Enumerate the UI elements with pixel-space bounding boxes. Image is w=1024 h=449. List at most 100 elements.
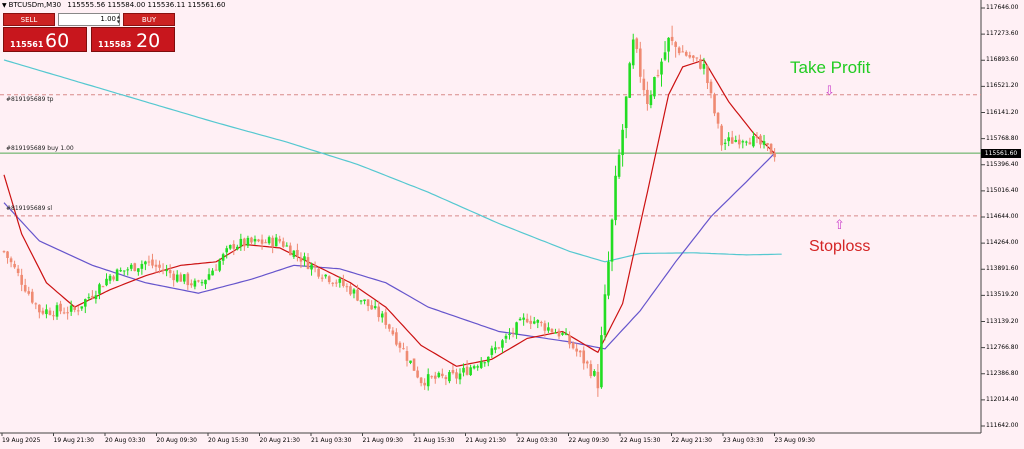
candle-body [752, 136, 755, 147]
candle-body [253, 238, 257, 242]
candle-body [692, 55, 695, 58]
candle-body [324, 274, 327, 277]
candle-body [578, 350, 582, 353]
price-axis-label: 113891.60 [986, 265, 1019, 273]
candle-body [13, 263, 16, 268]
lot-stepper-icon[interactable]: ▲ ▼ [115, 14, 120, 25]
candle-body [225, 248, 229, 253]
time-axis-label: 21 Aug 15:30 [414, 437, 455, 444]
candle-body [331, 282, 335, 284]
time-axis-label: 21 Aug 09:30 [362, 437, 403, 444]
candle-body [34, 303, 38, 305]
candle-body [723, 142, 727, 144]
buy-button[interactable]: BUY [123, 13, 175, 26]
candle-body [6, 251, 9, 258]
candle-body [76, 310, 80, 312]
trading-chart-window[interactable]: ▼ BTCUSDm,M30 115555.56 115584.00 115536.… [0, 0, 1024, 449]
candle-body [486, 356, 490, 363]
lot-size-value: 1.00 [100, 15, 116, 23]
candle-body [197, 280, 200, 282]
candle-body [299, 257, 303, 262]
candle-body [727, 137, 730, 142]
candle-body [2, 251, 6, 253]
price-axis-label: 112766.80 [986, 343, 1019, 351]
candle-body [327, 276, 331, 283]
candle-body [621, 129, 624, 156]
candle-body [536, 319, 540, 323]
sell-button[interactable]: SELL [3, 13, 55, 26]
candle-body [373, 306, 377, 309]
candle-body [674, 42, 677, 47]
candle-body [154, 264, 158, 267]
candle-body [720, 125, 723, 146]
sell-price-box[interactable]: 115561 60 [3, 27, 87, 52]
price-axis-label: 112386.80 [986, 369, 1019, 377]
candle-body [660, 61, 663, 75]
candle-body [741, 141, 745, 143]
time-axis-label: 21 Aug 03:30 [311, 437, 352, 444]
candle-body [87, 297, 91, 299]
candle-body [129, 264, 133, 269]
buy-price-box[interactable]: 115583 20 [91, 27, 175, 52]
time-axis-label: 20 Aug 03:30 [105, 437, 146, 444]
price-axis-label: 116141.20 [986, 108, 1019, 116]
time-axis-label: 22 Aug 15:30 [620, 437, 661, 444]
candle-body [236, 246, 239, 250]
candle-body [737, 139, 741, 145]
candle-body [306, 257, 310, 269]
candle-body [182, 274, 186, 282]
candle-body [458, 373, 462, 380]
candle-body [80, 306, 84, 309]
symbol-timeframe: BTCUSDm,M30 [8, 1, 62, 9]
candle-body [264, 242, 267, 244]
ohlc-values: 115555.56 115584.00 115536.11 115561.60 [67, 1, 226, 9]
candle-body [52, 315, 55, 317]
candle-body [451, 370, 455, 374]
price-axis-label: 117646.00 [986, 4, 1019, 11]
candle-body [45, 309, 48, 315]
candle-body [511, 332, 515, 334]
candle-body [649, 94, 653, 106]
candle-body [557, 330, 561, 337]
time-axis-label: 22 Aug 21:30 [671, 437, 712, 444]
time-axis-label: 23 Aug 03:30 [723, 437, 764, 444]
candle-body [670, 36, 674, 41]
candle-body [409, 360, 412, 363]
candle-body [635, 38, 639, 50]
price-axis-label: 115016.40 [986, 186, 1019, 194]
candle-body [172, 273, 175, 281]
sell-price-small: 115561 [10, 40, 44, 49]
collapse-triangle-icon[interactable]: ▼ [2, 2, 7, 9]
candle-body [66, 312, 69, 314]
candle-body [292, 250, 296, 257]
candle-body [607, 261, 610, 296]
candle-body [483, 362, 487, 364]
price-chart[interactable] [0, 0, 1024, 449]
candle-body [108, 275, 112, 281]
price-axis-label: 112014.40 [986, 395, 1019, 403]
candle-body [476, 366, 479, 368]
candle-body [504, 335, 508, 339]
candle-body [349, 286, 352, 295]
candle-body [441, 373, 444, 377]
candle-body [748, 142, 752, 145]
candle-body [465, 366, 469, 375]
candle-body [624, 96, 628, 129]
candle-body [508, 334, 511, 336]
candle-body [250, 237, 253, 243]
candle-body [713, 94, 716, 114]
candle-body [168, 270, 172, 274]
candle-body [423, 382, 426, 386]
candle-body [479, 361, 483, 368]
candle-body [614, 175, 617, 221]
candle-body [709, 81, 713, 94]
time-axis-label: 19 Aug 2025 [2, 437, 41, 444]
candle-body [515, 322, 518, 335]
candle-body [600, 335, 603, 388]
candle-body [575, 348, 578, 352]
candle-body [568, 335, 571, 345]
candle-body [105, 278, 108, 286]
candle-body [207, 274, 211, 280]
candle-body [112, 276, 115, 280]
lot-size-input[interactable]: 1.00 ▲ ▼ [58, 13, 120, 26]
